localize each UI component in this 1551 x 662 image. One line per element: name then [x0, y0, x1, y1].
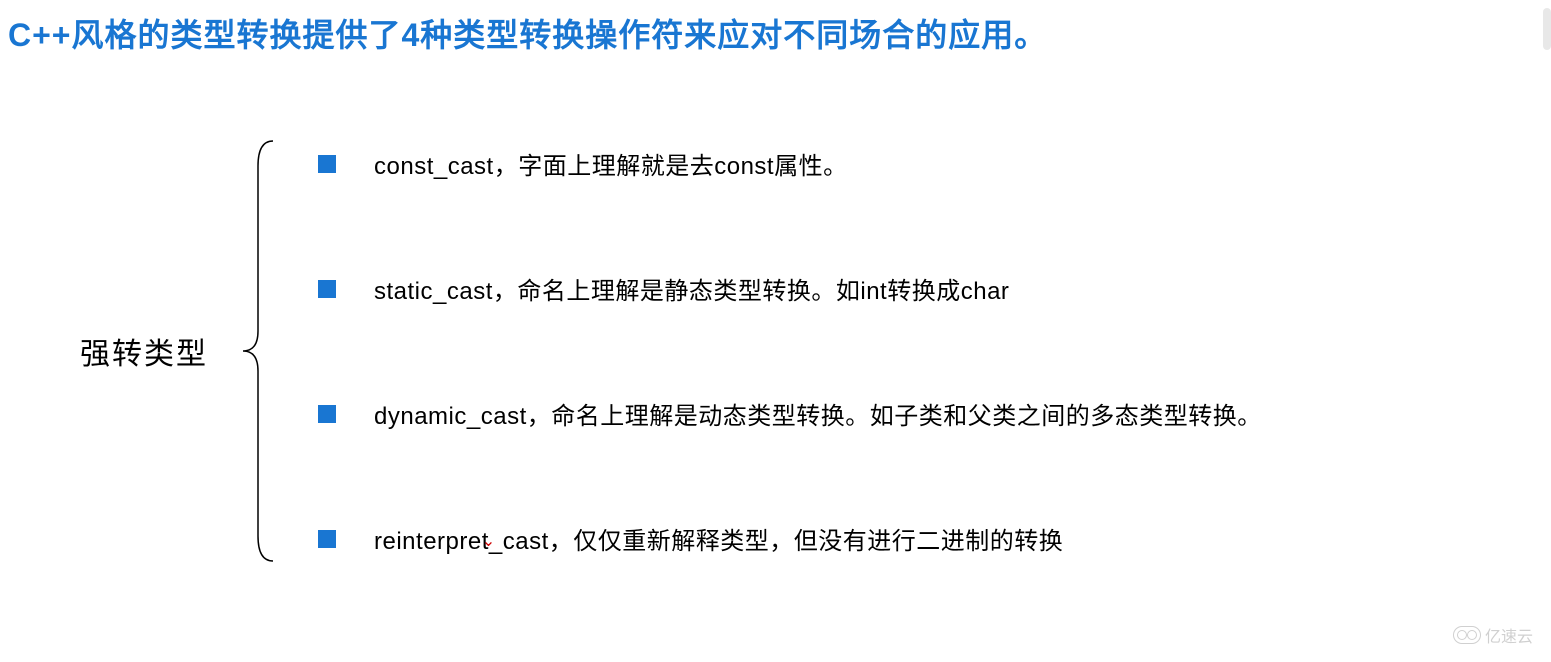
- scrollbar-thumb[interactable]: [1543, 8, 1551, 50]
- page-title: C++风格的类型转换提供了4种类型转换操作符来应对不同场合的应用。: [0, 0, 1551, 56]
- content-wrapper: 强转类型 const_cast，字面上理解就是去const属性。 static_…: [0, 136, 1551, 566]
- item-text: const_cast，字面上理解就是去const属性。: [374, 146, 848, 181]
- item-text: reinterpre⌄t_cast，仅仅重新解释类型，但没有进行二进制的转换: [374, 521, 1063, 556]
- bullet-icon: [318, 155, 336, 173]
- bullet-icon: [318, 530, 336, 548]
- list-item: const_cast，字面上理解就是去const属性。: [318, 146, 1262, 181]
- category-label: 强转类型: [80, 329, 208, 373]
- item-text: static_cast，命名上理解是静态类型转换。如int转换成char: [374, 271, 1009, 306]
- item-text-post: _cast，仅仅重新解释类型，但没有进行二进制的转换: [489, 528, 1063, 555]
- list-item: dynamic_cast，命名上理解是动态类型转换。如子类和父类之间的多态类型转…: [318, 396, 1262, 431]
- items-list: const_cast，字面上理解就是去const属性。 static_cast，…: [278, 146, 1262, 556]
- watermark-logo-icon: [1453, 626, 1481, 644]
- item-text-pre: reinterpre: [374, 528, 482, 555]
- item-text: dynamic_cast，命名上理解是动态类型转换。如子类和父类之间的多态类型转…: [374, 396, 1262, 431]
- watermark: 亿速云: [1453, 623, 1533, 647]
- brace-icon: [238, 136, 278, 566]
- bullet-icon: [318, 280, 336, 298]
- list-item: reinterpre⌄t_cast，仅仅重新解释类型，但没有进行二进制的转换: [318, 521, 1262, 556]
- bullet-icon: [318, 405, 336, 423]
- list-item: static_cast，命名上理解是静态类型转换。如int转换成char: [318, 271, 1262, 306]
- watermark-text: 亿速云: [1485, 623, 1533, 647]
